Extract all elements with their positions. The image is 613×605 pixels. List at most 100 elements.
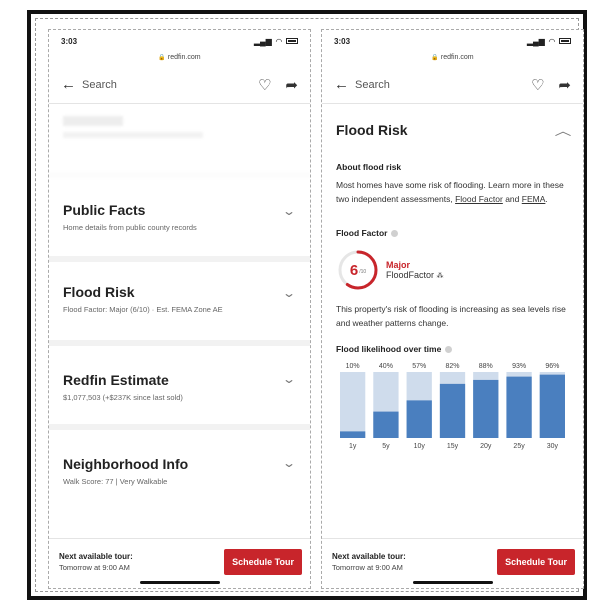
collapsed-section-faded — [49, 104, 310, 178]
url-text: redfin.com — [440, 54, 474, 61]
section-flood-risk[interactable]: Flood Risk Flood Factor: Major (6/10) · … — [49, 262, 310, 346]
back-to-search-button[interactable]: ← Search — [334, 76, 531, 93]
back-label: Search — [82, 78, 117, 91]
section-redfin-estimate[interactable]: Redfin Estimate $1,077,503 (+$237K since… — [49, 346, 310, 430]
bar-background — [340, 372, 366, 438]
about-flood-risk-title: About flood risk — [336, 162, 402, 172]
share-icon[interactable]: ➦ — [285, 76, 298, 94]
x-tick-label: 5y — [382, 443, 390, 450]
url-bar[interactable]: 🔒 redfin.com — [322, 52, 583, 66]
flood-likelihood-title: Flood likelihood over time — [336, 344, 442, 354]
flood-factor-logo-icon: ⁂ — [436, 273, 444, 280]
info-icon[interactable] — [391, 229, 399, 237]
bar-30y — [539, 374, 565, 438]
bar-value-label: 40% — [379, 363, 393, 370]
bar-10y — [406, 400, 432, 438]
next-tour-label: Next available tour: — [332, 552, 406, 561]
favorite-heart-icon[interactable]: ♡ — [258, 76, 271, 94]
next-tour-time: Tomorrow at 9:00 AM — [59, 563, 130, 572]
section-title: Redfin Estimate — [63, 372, 169, 388]
x-tick-label: 1y — [349, 443, 357, 450]
frame-inner-border: 3:03 ▂▄▆ ◠ 🔒 redfin.com ← Search ♡ ➦ Pub… — [35, 18, 584, 592]
section-subtitle: Home details from public county records — [63, 223, 197, 232]
bar-value-label: 88% — [479, 363, 493, 370]
bar-15y — [439, 383, 466, 438]
bar-value-label: 82% — [445, 363, 459, 370]
x-tick-label: 15y — [447, 443, 459, 450]
status-time: 3:03 — [61, 36, 78, 46]
next-tour-time: Tomorrow at 9:00 AM — [332, 563, 403, 572]
status-icons: ▂▄▆ ◠ — [527, 37, 571, 46]
url-bar[interactable]: 🔒 redfin.com — [49, 52, 310, 66]
back-arrow-icon: ← — [61, 76, 76, 93]
flood-factor-brand: FloodFactor ⁂ — [386, 270, 444, 280]
bar-1y — [340, 431, 366, 438]
schedule-tour-button[interactable]: Schedule Tour — [497, 549, 575, 575]
flood-risk-header[interactable]: Flood Risk ︿ — [322, 104, 583, 156]
chevron-up-icon[interactable]: ︿ — [555, 122, 572, 139]
favorite-heart-icon[interactable]: ♡ — [531, 76, 544, 94]
home-indicator[interactable] — [412, 581, 493, 584]
battery-icon — [286, 38, 298, 44]
screenshot-frame: 3:03 ▂▄▆ ◠ 🔒 redfin.com ← Search ♡ ➦ Pub… — [27, 10, 587, 600]
share-icon[interactable]: ➦ — [558, 76, 571, 94]
bar-20y — [473, 379, 499, 438]
about-flood-risk-text: Most homes have some risk of flooding. L… — [336, 178, 569, 206]
wifi-icon: ◠ — [548, 36, 555, 46]
chevron-down-icon: ⌄ — [281, 456, 297, 470]
flood-factor-brand-text: FloodFactor — [386, 270, 435, 280]
cta-text: Next available tour: Tomorrow at 9:00 AM — [332, 552, 406, 572]
next-tour-label: Next available tour: — [59, 552, 133, 561]
flood-risk-title: Flood Risk — [336, 122, 408, 138]
signal-icon: ▂▄▆ — [526, 36, 545, 46]
wifi-icon: ◠ — [275, 36, 282, 46]
chevron-down-icon: ⌄ — [281, 204, 297, 218]
gauge-score-out-of: /10 — [359, 268, 367, 275]
x-tick-label: 20y — [480, 443, 492, 450]
x-tick-label: 30y — [547, 443, 559, 450]
fema-link[interactable]: FEMA — [522, 194, 546, 204]
cta-text: Next available tour: Tomorrow at 9:00 AM — [59, 552, 133, 572]
section-subtitle: $1,077,503 (+$237K since last sold) — [63, 393, 183, 402]
flood-factor-title: Flood Factor — [336, 228, 388, 238]
flood-factor-description: This property's risk of flooding is incr… — [336, 304, 566, 328]
section-title: Public Facts — [63, 202, 146, 218]
x-tick-label: 10y — [414, 443, 426, 450]
section-public-facts[interactable]: Public Facts Home details from public co… — [49, 178, 310, 262]
lock-icon: 🔒 — [158, 55, 166, 61]
x-tick-label: 25y — [513, 443, 525, 450]
chevron-down-icon: ⌄ — [281, 372, 297, 386]
back-label: Search — [355, 78, 390, 91]
cta-row: Next available tour: Tomorrow at 9:00 AM… — [332, 549, 575, 575]
nav-bar: ← Search ♡ ➦ — [322, 66, 583, 104]
tour-cta-bar: Next available tour: Tomorrow at 9:00 AM… — [322, 538, 583, 588]
bar-value-label: 57% — [412, 363, 426, 370]
flood-likelihood-heading: Flood likelihood over time — [336, 344, 569, 354]
bar-value-label: 10% — [346, 363, 360, 370]
battery-icon — [559, 38, 571, 44]
info-icon[interactable] — [445, 345, 453, 353]
flood-risk-body: About flood risk Most homes have some ri… — [322, 162, 583, 457]
bar-25y — [506, 376, 532, 438]
flood-likelihood-chart: 10% 1y 40% 5y 57% 10y 82% 15y 88% 20y 93% 25y 96% 30y — [336, 358, 569, 457]
home-indicator[interactable] — [139, 581, 220, 584]
faded-title-placeholder — [63, 116, 123, 126]
nav-actions: ♡ ➦ — [258, 76, 298, 94]
right-phone-screen: 3:03 ▂▄▆ ◠ 🔒 redfin.com ← Search ♡ ➦ Flo… — [321, 29, 584, 589]
flood-likelihood-chart-svg: 10% 1y 40% 5y 57% 10y 82% 15y 88% 20y 93% 25y 96% 30y — [340, 363, 565, 450]
status-time: 3:03 — [334, 36, 351, 46]
status-bar: 3:03 ▂▄▆ ◠ — [49, 30, 310, 52]
back-to-search-button[interactable]: ← Search — [61, 76, 258, 93]
gauge-score: 6 /10 — [336, 248, 380, 292]
flood-factor-link[interactable]: Flood Factor — [455, 194, 503, 204]
cta-row: Next available tour: Tomorrow at 9:00 AM… — [59, 549, 302, 575]
section-title: Neighborhood Info — [63, 456, 189, 472]
flood-factor-label: Major FloodFactor ⁂ — [386, 260, 444, 280]
signal-icon: ▂▄▆ — [253, 36, 272, 46]
lock-icon: 🔒 — [431, 55, 439, 61]
section-neighborhood-info[interactable]: Neighborhood Info Walk Score: 77 | Very … — [49, 430, 310, 514]
status-bar: 3:03 ▂▄▆ ◠ — [322, 30, 583, 52]
schedule-tour-button[interactable]: Schedule Tour — [224, 549, 302, 575]
left-phone-screen: 3:03 ▂▄▆ ◠ 🔒 redfin.com ← Search ♡ ➦ Pub… — [48, 29, 311, 589]
chevron-down-icon: ⌄ — [281, 286, 297, 300]
